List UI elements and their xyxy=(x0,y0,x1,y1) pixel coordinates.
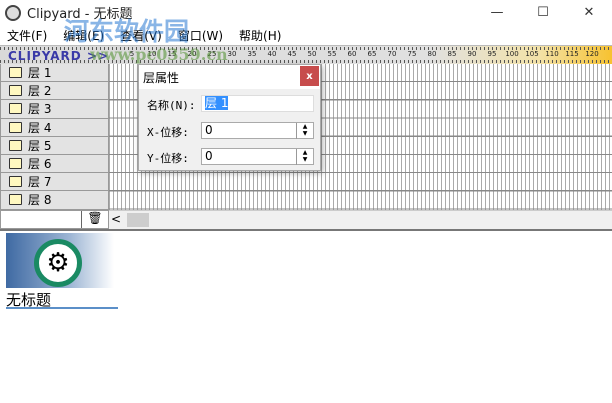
ruler-tick: 95 xyxy=(487,50,497,58)
layer-icon xyxy=(9,194,22,206)
menu-help[interactable]: 帮助(H) xyxy=(239,27,281,44)
ruler-tick: 35 xyxy=(247,50,257,58)
y-offset-spinner[interactable]: ▲ ▼ xyxy=(296,149,313,165)
layer-item[interactable]: 层 1 xyxy=(0,64,109,83)
y-offset-value: 0 xyxy=(205,149,213,163)
minimize-button[interactable]: — xyxy=(474,0,520,25)
layer-icon xyxy=(9,85,22,97)
x-offset-input[interactable]: 0 ▲ ▼ xyxy=(201,122,314,139)
layer-icon xyxy=(9,103,22,115)
layer-label: 层 6 xyxy=(28,157,52,172)
ruler-tick: 85 xyxy=(447,50,457,58)
layer-item[interactable]: 层 4 xyxy=(0,118,109,137)
layer-label: 层 1 xyxy=(28,66,52,81)
ruler-tick: 20 xyxy=(187,50,197,58)
layer-item[interactable]: 层 5 xyxy=(0,136,109,155)
x-offset-spinner[interactable]: ▲ ▼ xyxy=(296,123,313,139)
dialog-close-button[interactable]: x xyxy=(300,66,319,86)
layer-icon xyxy=(9,121,22,133)
x-offset-label: X-位移: xyxy=(147,126,189,139)
title-bar: Clipyard - 无标题 — ☐ ✕ xyxy=(0,0,612,25)
maximize-button[interactable]: ☐ xyxy=(520,0,566,25)
layer-label: 层 3 xyxy=(28,102,52,117)
layer-label: 层 5 xyxy=(28,138,52,153)
ruler-tick: 115 xyxy=(565,50,579,58)
window-title: Clipyard - 无标题 xyxy=(27,7,133,22)
ruler-tick: 25 xyxy=(207,50,217,58)
spin-up-icon[interactable]: ▲ xyxy=(297,149,313,156)
x-offset-value: 0 xyxy=(205,123,213,137)
ruler-tick: 65 xyxy=(367,50,377,58)
y-offset-input[interactable]: 0 ▲ ▼ xyxy=(201,148,314,165)
name-input[interactable]: 层 1 xyxy=(201,95,314,112)
scroll-thumb[interactable] xyxy=(127,213,149,227)
layer-toolbar: 🗑 xyxy=(0,210,109,229)
layer-icon xyxy=(9,176,22,188)
layer-item[interactable]: 层 7 xyxy=(0,173,109,192)
ruler-tick: 40 xyxy=(267,50,277,58)
layer-item[interactable]: 层 3 xyxy=(0,100,109,119)
ruler-tick: 45 xyxy=(287,50,297,58)
spin-down-icon[interactable]: ▼ xyxy=(297,156,313,163)
y-offset-label: Y-位移: xyxy=(147,152,189,165)
layer-icon xyxy=(9,158,22,170)
menu-edit[interactable]: 编辑(E) xyxy=(63,27,104,44)
menu-window[interactable]: 窗口(W) xyxy=(178,27,223,44)
ruler-tick: 60 xyxy=(347,50,357,58)
menu-view[interactable]: 查看(V) xyxy=(120,27,162,44)
layer-label: 层 4 xyxy=(28,120,52,135)
name-label: 名称(N): xyxy=(147,99,196,112)
ruler-tick: 5 xyxy=(129,50,135,58)
layer-properties-dialog: 层属性 x 名称(N): 层 1 X-位移: 0 ▲ ▼ Y-位移: 0 ▲ ▼ xyxy=(138,64,321,171)
gear-icon: ⚙ xyxy=(34,239,82,287)
ruler-tick: 80 xyxy=(427,50,437,58)
document-thumbnail[interactable]: ⚙ xyxy=(6,233,114,288)
ruler-tick: 120 xyxy=(585,50,599,58)
spin-down-icon[interactable]: ▼ xyxy=(297,130,313,137)
clipyard-logo: CLIPYARD >> xyxy=(8,49,110,63)
dialog-title: 层属性 xyxy=(139,65,320,89)
ruler-tick: 100 xyxy=(505,50,519,58)
layer-icon xyxy=(9,67,22,79)
ruler-tick: 75 xyxy=(407,50,417,58)
document-pane: ⚙ 无标题 xyxy=(0,229,612,403)
layer-item[interactable]: 层 2 xyxy=(0,82,109,101)
scroll-left-button[interactable]: < xyxy=(111,212,121,226)
layer-icon xyxy=(9,139,22,151)
ruler-tick: 30 xyxy=(227,50,237,58)
name-value: 层 1 xyxy=(205,96,229,110)
layer-label: 层 2 xyxy=(28,84,52,99)
horizontal-scrollbar[interactable]: < xyxy=(109,210,612,229)
layer-label: 层 8 xyxy=(28,193,52,208)
selection-underline xyxy=(6,307,118,309)
trash-icon[interactable]: 🗑 xyxy=(81,211,108,228)
ruler-tick: 50 xyxy=(307,50,317,58)
ruler-tick: 105 xyxy=(525,50,539,58)
ruler-tick: 110 xyxy=(545,50,559,58)
ruler-tick: 90 xyxy=(467,50,477,58)
spin-up-icon[interactable]: ▲ xyxy=(297,123,313,130)
layer-item[interactable]: 层 6 xyxy=(0,154,109,174)
timeline-ruler[interactable]: CLIPYARD >> 5 10 15 20 25 30 35 40 45 50 55 60 65 70 7… xyxy=(0,45,612,64)
layer-label: 层 7 xyxy=(28,175,52,190)
close-button[interactable]: ✕ xyxy=(566,0,612,25)
ruler-tick: 15 xyxy=(167,50,177,58)
ruler-tick: 10 xyxy=(147,50,157,58)
layer-list: 层 1 层 2 层 3 层 4 层 5 层 6 层 7 层 8 xyxy=(0,64,109,210)
layer-item[interactable]: 层 8 xyxy=(0,191,109,210)
ruler-tick: 55 xyxy=(327,50,337,58)
menu-bar: 文件(F) 编辑(E) 查看(V) 窗口(W) 帮助(H) xyxy=(0,25,612,45)
app-gear-icon xyxy=(5,4,21,21)
menu-file[interactable]: 文件(F) xyxy=(7,27,47,44)
ruler-tick: 70 xyxy=(387,50,397,58)
